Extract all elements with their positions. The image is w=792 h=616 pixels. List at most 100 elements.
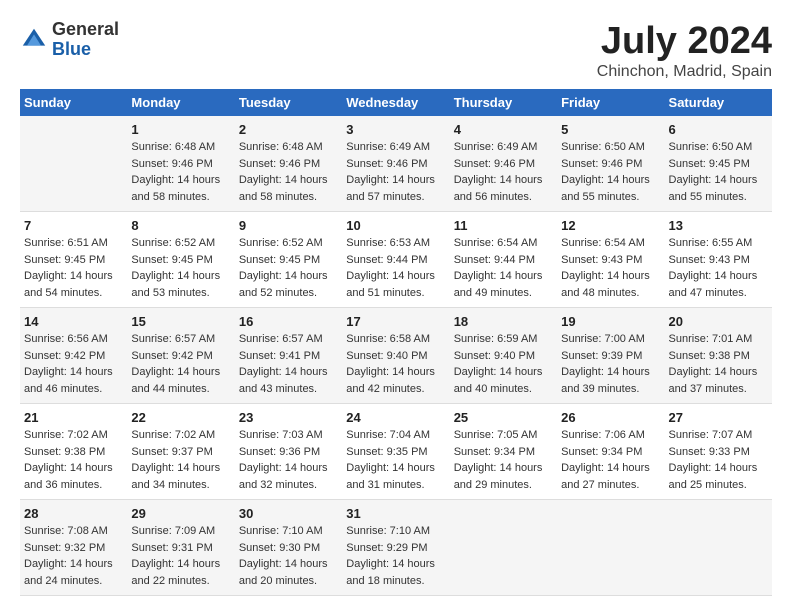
day-info: Sunrise: 6:49 AMSunset: 9:46 PMDaylight:… (346, 139, 445, 205)
calendar-cell: 9 Sunrise: 6:52 AMSunset: 9:45 PMDaylight… (235, 212, 342, 308)
day-number: 23 (239, 410, 338, 425)
day-number: 7 (24, 218, 123, 233)
calendar-cell: 31Sunrise: 7:10 AMSunset: 9:29 PMDayligh… (342, 500, 449, 596)
day-info: Sunrise: 6:51 AMSunset: 9:45 PMDaylight:… (24, 235, 123, 301)
day-number: 17 (346, 314, 445, 329)
calendar-cell: 4Sunrise: 6:49 AMSunset: 9:46 PMDaylight… (450, 116, 557, 212)
day-number: 27 (669, 410, 768, 425)
calendar-cell (450, 500, 557, 596)
calendar-cell: 18 Sunrise: 6:59 AMSunset: 9:40 PMDayligh… (450, 308, 557, 404)
calendar-header: SundayMondayTuesdayWednesdayThursdayFrid… (20, 89, 772, 116)
page-header: General Blue July 2024 Chinchon, Madrid,… (20, 20, 772, 81)
day-info: Sunrise: 6:58 AMSunset: 9:40 PMDaylight:… (346, 331, 445, 397)
calendar-cell: 27 Sunrise: 7:07 AMSunset: 9:33 PMDayligh… (665, 404, 772, 500)
day-header-thursday: Thursday (450, 89, 557, 116)
day-info: Sunrise: 7:02 AMSunset: 9:38 PMDaylight:… (24, 427, 123, 493)
day-number: 28 (24, 506, 123, 521)
calendar-cell: 10Sunrise: 6:53 AMSunset: 9:44 PMDayligh… (342, 212, 449, 308)
calendar-cell: 15Sunrise: 6:57 AMSunset: 9:42 PMDayligh… (127, 308, 234, 404)
day-header-sunday: Sunday (20, 89, 127, 116)
week-row-2: 7 Sunrise: 6:51 AMSunset: 9:45 PMDaylight… (20, 212, 772, 308)
calendar-cell (665, 500, 772, 596)
day-number: 21 (24, 410, 123, 425)
day-info: Sunrise: 6:57 AMSunset: 9:41 PMDaylight:… (239, 331, 338, 397)
calendar-cell: 13Sunrise: 6:55 AMSunset: 9:43 PMDayligh… (665, 212, 772, 308)
day-number: 12 (561, 218, 660, 233)
day-number: 5 (561, 122, 660, 137)
day-number: 30 (239, 506, 338, 521)
calendar-cell: 11 Sunrise: 6:54 AMSunset: 9:44 PMDayligh… (450, 212, 557, 308)
day-info: Sunrise: 6:53 AMSunset: 9:44 PMDaylight:… (346, 235, 445, 301)
calendar-cell: 22Sunrise: 7:02 AMSunset: 9:37 PMDayligh… (127, 404, 234, 500)
week-row-5: 28 Sunrise: 7:08 AMSunset: 9:32 PMDayligh… (20, 500, 772, 596)
day-header-tuesday: Tuesday (235, 89, 342, 116)
day-number: 25 (454, 410, 553, 425)
day-info: Sunrise: 6:56 AMSunset: 9:42 PMDaylight:… (24, 331, 123, 397)
day-number: 18 (454, 314, 553, 329)
calendar-cell: 24Sunrise: 7:04 AMSunset: 9:35 PMDayligh… (342, 404, 449, 500)
day-info: Sunrise: 6:52 AMSunset: 9:45 PMDaylight:… (131, 235, 230, 301)
day-number: 22 (131, 410, 230, 425)
day-info: Sunrise: 6:54 AMSunset: 9:43 PMDaylight:… (561, 235, 660, 301)
logo-general: General (52, 19, 119, 39)
subtitle: Chinchon, Madrid, Spain (597, 63, 772, 81)
calendar-cell: 5 Sunrise: 6:50 AMSunset: 9:46 PMDaylight… (557, 116, 664, 212)
day-number: 11 (454, 218, 553, 233)
calendar-cell: 7 Sunrise: 6:51 AMSunset: 9:45 PMDaylight… (20, 212, 127, 308)
calendar-cell: 17 Sunrise: 6:58 AMSunset: 9:40 PMDayligh… (342, 308, 449, 404)
logo: General Blue (20, 20, 119, 60)
day-info: Sunrise: 6:52 AMSunset: 9:45 PMDaylight:… (239, 235, 338, 301)
calendar-cell: 26Sunrise: 7:06 AMSunset: 9:34 PMDayligh… (557, 404, 664, 500)
day-header-wednesday: Wednesday (342, 89, 449, 116)
day-number: 9 (239, 218, 338, 233)
calendar-cell: 19 Sunrise: 7:00 AMSunset: 9:39 PMDayligh… (557, 308, 664, 404)
calendar-cell: 14 Sunrise: 6:56 AMSunset: 9:42 PMDayligh… (20, 308, 127, 404)
calendar-cell: 2Sunrise: 6:48 AMSunset: 9:46 PMDaylight… (235, 116, 342, 212)
day-number: 6 (669, 122, 768, 137)
day-number: 19 (561, 314, 660, 329)
day-info: Sunrise: 6:50 AMSunset: 9:45 PMDaylight:… (669, 139, 768, 205)
day-info: Sunrise: 7:03 AMSunset: 9:36 PMDaylight:… (239, 427, 338, 493)
day-number: 1 (131, 122, 230, 137)
title-block: July 2024 Chinchon, Madrid, Spain (597, 20, 772, 81)
day-info: Sunrise: 7:00 AMSunset: 9:39 PMDaylight:… (561, 331, 660, 397)
calendar-cell: 12 Sunrise: 6:54 AMSunset: 9:43 PMDayligh… (557, 212, 664, 308)
calendar-body: 1 Sunrise: 6:48 AMSunset: 9:46 PMDaylight… (20, 116, 772, 596)
day-header-friday: Friday (557, 89, 664, 116)
day-info: Sunrise: 6:59 AMSunset: 9:40 PMDaylight:… (454, 331, 553, 397)
day-info: Sunrise: 7:06 AMSunset: 9:34 PMDaylight:… (561, 427, 660, 493)
day-number: 16 (239, 314, 338, 329)
calendar-cell (557, 500, 664, 596)
calendar-cell: 30Sunrise: 7:10 AMSunset: 9:30 PMDayligh… (235, 500, 342, 596)
calendar-cell: 29Sunrise: 7:09 AMSunset: 9:31 PMDayligh… (127, 500, 234, 596)
week-row-1: 1 Sunrise: 6:48 AMSunset: 9:46 PMDaylight… (20, 116, 772, 212)
day-number: 3 (346, 122, 445, 137)
calendar-cell: 1 Sunrise: 6:48 AMSunset: 9:46 PMDaylight… (127, 116, 234, 212)
day-info: Sunrise: 7:01 AMSunset: 9:38 PMDaylight:… (669, 331, 768, 397)
logo-icon (20, 26, 48, 54)
main-title: July 2024 (597, 20, 772, 63)
day-number: 8 (131, 218, 230, 233)
day-headers-row: SundayMondayTuesdayWednesdayThursdayFrid… (20, 89, 772, 116)
calendar-table: SundayMondayTuesdayWednesdayThursdayFrid… (20, 89, 772, 596)
calendar-cell: 23 Sunrise: 7:03 AMSunset: 9:36 PMDayligh… (235, 404, 342, 500)
calendar-cell: 3 Sunrise: 6:49 AMSunset: 9:46 PMDaylight… (342, 116, 449, 212)
day-number: 15 (131, 314, 230, 329)
day-info: Sunrise: 7:04 AMSunset: 9:35 PMDaylight:… (346, 427, 445, 493)
day-info: Sunrise: 6:48 AMSunset: 9:46 PMDaylight:… (131, 139, 230, 205)
day-info: Sunrise: 6:54 AMSunset: 9:44 PMDaylight:… (454, 235, 553, 301)
day-info: Sunrise: 7:08 AMSunset: 9:32 PMDaylight:… (24, 523, 123, 589)
day-info: Sunrise: 7:05 AMSunset: 9:34 PMDaylight:… (454, 427, 553, 493)
week-row-3: 14 Sunrise: 6:56 AMSunset: 9:42 PMDayligh… (20, 308, 772, 404)
calendar-cell: 28 Sunrise: 7:08 AMSunset: 9:32 PMDayligh… (20, 500, 127, 596)
day-number: 2 (239, 122, 338, 137)
calendar-cell: 21 Sunrise: 7:02 AMSunset: 9:38 PMDayligh… (20, 404, 127, 500)
day-number: 20 (669, 314, 768, 329)
week-row-4: 21 Sunrise: 7:02 AMSunset: 9:38 PMDayligh… (20, 404, 772, 500)
day-info: Sunrise: 6:50 AMSunset: 9:46 PMDaylight:… (561, 139, 660, 205)
day-info: Sunrise: 7:07 AMSunset: 9:33 PMDaylight:… (669, 427, 768, 493)
day-header-saturday: Saturday (665, 89, 772, 116)
day-number: 14 (24, 314, 123, 329)
calendar-cell: 6 Sunrise: 6:50 AMSunset: 9:45 PMDaylight… (665, 116, 772, 212)
day-info: Sunrise: 7:10 AMSunset: 9:29 PMDaylight:… (346, 523, 445, 589)
